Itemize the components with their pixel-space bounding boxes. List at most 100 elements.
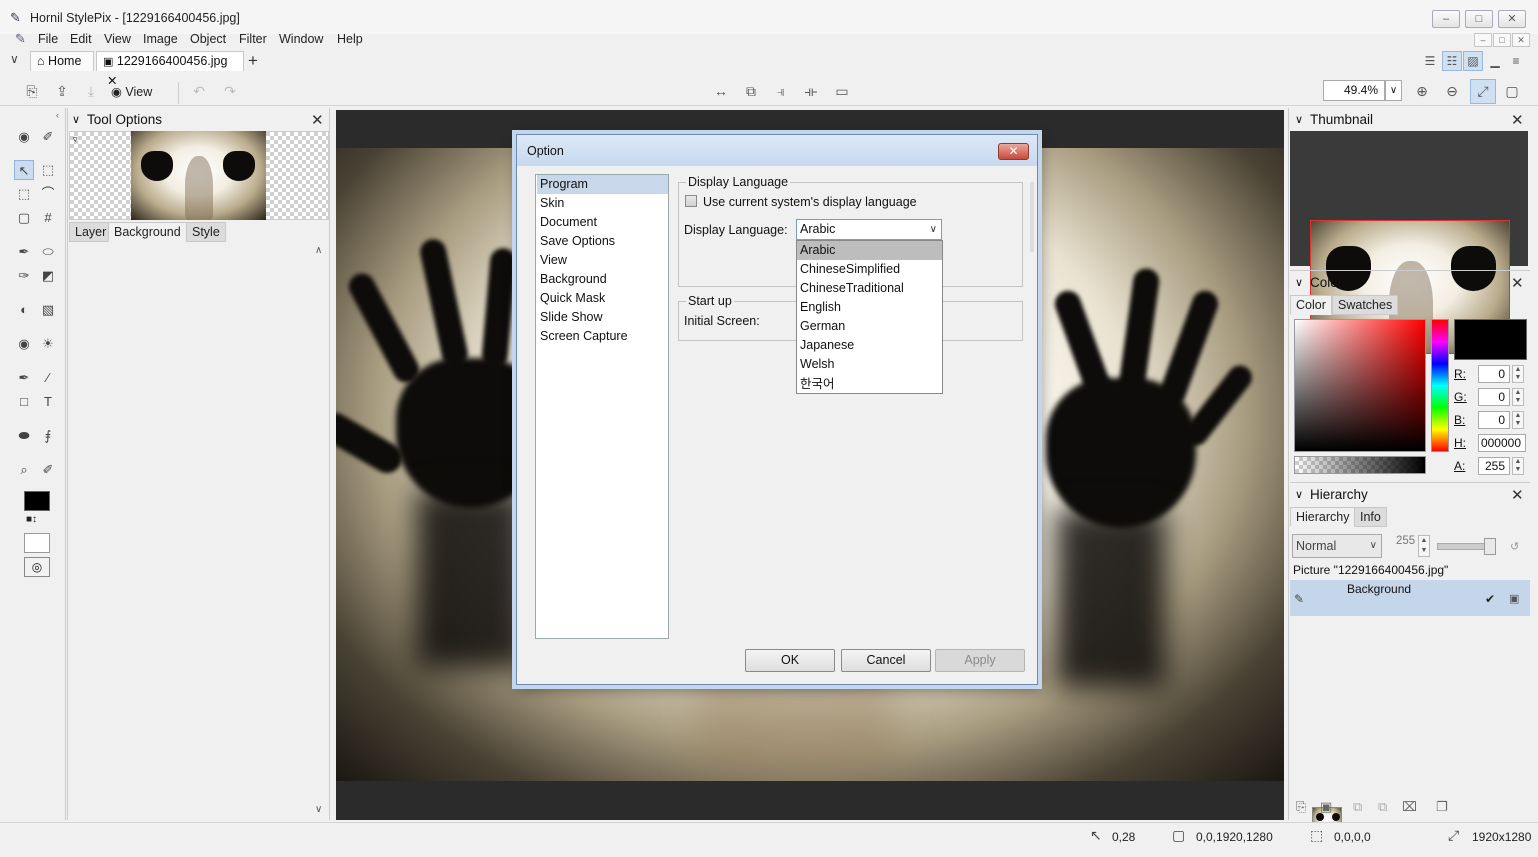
merge-layer-icon[interactable]: ⧉ (1353, 799, 1362, 815)
align-left-icon[interactable]: ⫣ (770, 80, 792, 102)
crop-icon[interactable]: # (38, 208, 58, 228)
scroll-down-icon[interactable]: ∨ (315, 804, 322, 815)
a-spinner-icon[interactable]: ▲ ▼ (1512, 457, 1524, 475)
language-option-english[interactable]: English (797, 298, 942, 317)
language-option-korean[interactable]: 한국어 (797, 374, 942, 393)
tab-list-chevron-icon[interactable]: ∨ (10, 52, 19, 66)
view-eye-tool-icon[interactable]: ◉ (14, 127, 34, 147)
view-button[interactable]: ◉ View (111, 84, 152, 99)
opacity-slider-handle[interactable] (1484, 538, 1496, 555)
rect-select-icon[interactable]: ⬚ (14, 184, 34, 204)
new-layer-icon[interactable]: ⎘ (1296, 799, 1306, 815)
background-color-swatch[interactable] (24, 533, 50, 553)
layer-visible-check-icon[interactable]: ✔ (1485, 592, 1495, 606)
minimize-button[interactable]: – (1432, 10, 1460, 28)
tab-style[interactable]: Style (186, 222, 226, 242)
smudge-icon[interactable]: ◐ (14, 300, 34, 320)
apply-button[interactable]: Apply (935, 649, 1025, 672)
text-tool-icon[interactable]: T (38, 392, 58, 412)
display-language-select[interactable]: Arabic ∨ (796, 219, 942, 240)
cancel-button[interactable]: Cancel (841, 649, 931, 672)
category-save-options[interactable]: Save Options (537, 232, 668, 251)
quick-mask-icon[interactable]: ◎ (24, 557, 50, 577)
tab-background[interactable]: Background (108, 222, 187, 242)
zoom-out-icon[interactable]: ⊖ (1441, 80, 1463, 102)
eraser-icon[interactable]: ⬭ (38, 242, 58, 262)
clone-stamp-icon[interactable]: ✑ (14, 266, 34, 286)
mdi-close-icon[interactable]: ✕ (1512, 33, 1530, 47)
lasso-icon[interactable]: ⌒ (38, 184, 58, 204)
histogram-icon[interactable]: ▁ (1485, 51, 1505, 71)
new-tab-button[interactable]: + (248, 51, 258, 71)
r-spinner-icon[interactable]: ▲ ▼ (1512, 365, 1524, 383)
color-collapse-icon[interactable]: ∨ (1295, 276, 1303, 289)
alpha-slider[interactable] (1294, 456, 1426, 474)
line-icon[interactable]: ∕ (38, 368, 58, 388)
language-option-chinese-traditional[interactable]: ChineseTraditional (797, 279, 942, 298)
hex-input[interactable]: 000000 (1478, 434, 1526, 452)
tab-home[interactable]: ⌂ Home (30, 51, 94, 71)
tool-options-collapse-icon[interactable]: ∨ (72, 113, 80, 126)
color-close-icon[interactable]: ✕ (1511, 274, 1524, 292)
preview-menu-icon[interactable]: ▿ (73, 134, 78, 145)
actual-size-icon[interactable]: ▢ (1501, 80, 1523, 102)
g-input[interactable]: 0 (1478, 388, 1510, 406)
new-document-icon[interactable]: ⎘ (21, 80, 43, 102)
settings-sliders-icon[interactable]: ☰ (1420, 51, 1440, 71)
zoom-tool-icon[interactable]: ⌕ (14, 460, 34, 480)
arrange-icon[interactable]: ⧉ (740, 80, 762, 102)
category-slide-show[interactable]: Slide Show (537, 308, 668, 327)
tool-options-close-icon[interactable]: ✕ (311, 111, 324, 129)
use-system-lang-checkbox[interactable] (685, 195, 697, 207)
language-option-arabic[interactable]: Arabic (797, 241, 942, 260)
brightness-icon[interactable]: ☀ (38, 334, 58, 354)
dialog-close-button[interactable]: ✕ (998, 143, 1029, 160)
download-icon[interactable]: ⤓ (80, 80, 102, 102)
app-menu-icon[interactable]: ✎ (15, 31, 26, 47)
swap-colors-icon[interactable]: ■↕ (26, 514, 37, 525)
menu-view[interactable]: View (104, 32, 131, 46)
warp-icon[interactable]: ⨎ (38, 426, 58, 446)
language-option-german[interactable]: German (797, 317, 942, 336)
layer-edit-pencil-icon[interactable]: ✎ (1294, 592, 1304, 606)
r-input[interactable]: 0 (1478, 365, 1510, 383)
ok-button[interactable]: OK (745, 649, 835, 672)
menu-image[interactable]: Image (143, 32, 178, 46)
thumbnail-close-icon[interactable]: ✕ (1511, 111, 1524, 129)
red-eye-icon[interactable]: ◉ (14, 334, 34, 354)
screen-icon[interactable]: ▭ (831, 80, 853, 102)
crop-frame-icon[interactable]: ▢ (14, 208, 34, 228)
layer-lock-icon[interactable]: ▣ (1509, 592, 1519, 605)
g-spinner-icon[interactable]: ▲ ▼ (1512, 388, 1524, 406)
tree-view-icon[interactable]: ☷ (1442, 51, 1462, 71)
reset-opacity-icon[interactable]: ↺ (1510, 540, 1519, 553)
delete-layer-icon[interactable]: ⌧ (1402, 799, 1417, 815)
transform-select-icon[interactable]: ⬚ (38, 160, 58, 180)
new-group-icon[interactable]: ▣ (1320, 799, 1332, 815)
heal-icon[interactable]: ⬬ (14, 426, 34, 446)
collapse-tools-icon[interactable]: ‹ (56, 110, 59, 120)
category-quick-mask[interactable]: Quick Mask (537, 289, 668, 308)
menu-object[interactable]: Object (190, 32, 226, 46)
tab-info[interactable]: Info (1354, 507, 1387, 527)
opacity-spinner-icon[interactable]: ▲ ▼ (1418, 535, 1430, 557)
menu-window[interactable]: Window (279, 32, 323, 46)
tab-document[interactable]: ▣ 1229166400456.jpg ✕ (96, 51, 244, 88)
category-skin[interactable]: Skin (537, 194, 668, 213)
hue-slider[interactable] (1431, 319, 1449, 452)
language-option-chinese-simplified[interactable]: ChineseSimplified (797, 260, 942, 279)
category-screen-capture[interactable]: Screen Capture (537, 327, 668, 346)
category-background[interactable]: Background (537, 270, 668, 289)
close-window-button[interactable]: ✕ (1498, 10, 1526, 28)
flip-horizontal-icon[interactable]: ↔ (710, 80, 732, 102)
tab-swatches[interactable]: Swatches (1332, 295, 1399, 315)
menu-filter[interactable]: Filter (239, 32, 267, 46)
eyedropper-icon[interactable]: ✐ (38, 460, 58, 480)
rectangle-shape-icon[interactable]: □ (14, 392, 34, 412)
undo-icon[interactable]: ↶ (188, 80, 210, 102)
hierarchy-collapse-icon[interactable]: ∨ (1295, 488, 1303, 501)
maximize-button[interactable]: □ (1465, 10, 1493, 28)
blend-mode-select[interactable]: Normal ∨ (1292, 534, 1382, 558)
color-saturation-picker[interactable] (1294, 319, 1426, 452)
hierarchy-close-icon[interactable]: ✕ (1511, 486, 1524, 504)
